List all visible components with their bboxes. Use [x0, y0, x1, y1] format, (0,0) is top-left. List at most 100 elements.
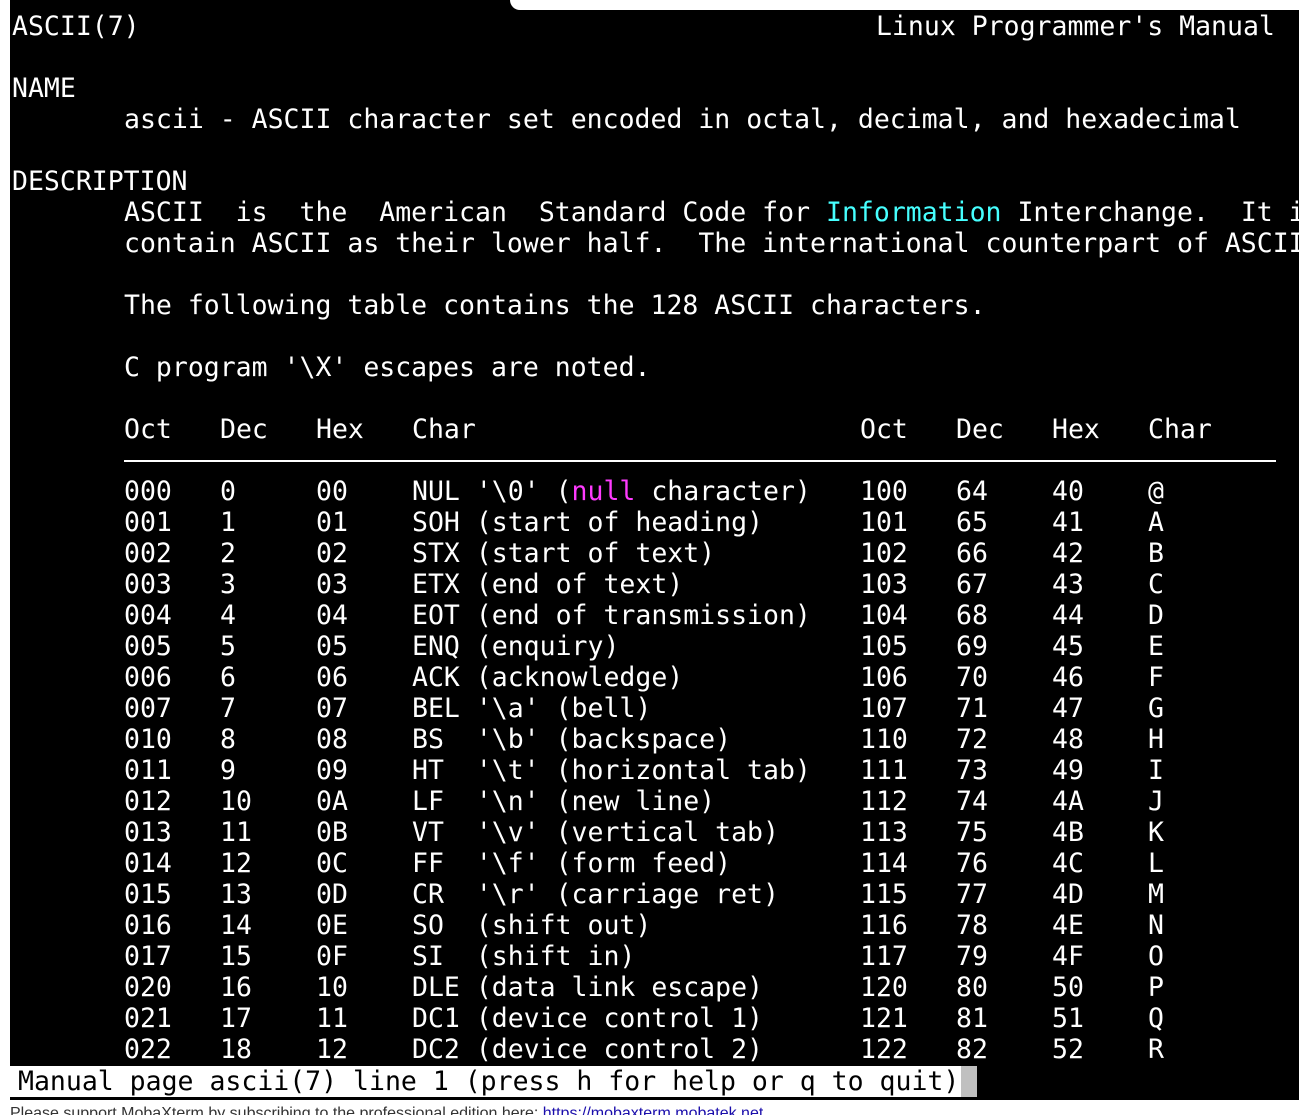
cell-char-2: D [1148, 600, 1164, 631]
cell-hex-2: 4B [1052, 817, 1084, 848]
cell-dec: 14 [220, 910, 252, 941]
cell-char: FF '\f' (form feed) [412, 848, 731, 879]
footer-link[interactable]: https://mobaxterm.mobatek.net [543, 1105, 764, 1115]
cell-oct-2: 106 [860, 662, 908, 693]
cell-dec-2: 81 [956, 1003, 988, 1034]
cell-dec: 7 [220, 693, 236, 724]
cell-dec-2: 74 [956, 786, 988, 817]
cell-char: ACK (acknowledge) [412, 662, 683, 693]
terminal-window[interactable]: ASCII(7) Linux Programmer's Manual NAME … [10, 0, 1299, 1100]
cell-char-text: SO (shift out) [412, 910, 652, 941]
header-char: Char [412, 414, 476, 445]
cell-hex: 11 [316, 1003, 348, 1034]
cell-char-text: NUL '\0' ( [412, 476, 572, 507]
cell-oct-2: 122 [860, 1034, 908, 1065]
cell-char-2: E [1148, 631, 1164, 662]
cell-char-text: CR '\r' (carriage ret) [412, 879, 779, 910]
cell-oct: 014 [124, 848, 172, 879]
cell-char-2: R [1148, 1034, 1164, 1065]
cell-dec: 5 [220, 631, 236, 662]
cell-char: ENQ (enquiry) [412, 631, 619, 662]
cell-char-2: A [1148, 507, 1164, 538]
cell-hex: 0D [316, 879, 348, 910]
man-header: ASCII(7) Linux Programmer's Manual [10, 11, 1275, 42]
cell-char-2: @ [1148, 476, 1164, 507]
cell-hex-2: 44 [1052, 600, 1084, 631]
cell-hex: 12 [316, 1034, 348, 1065]
cell-oct-2: 120 [860, 972, 908, 1003]
footer-text: Please support MobaXterm by subscribing … [10, 1105, 543, 1115]
header-oct: Oct [124, 414, 172, 445]
cell-oct: 004 [124, 600, 172, 631]
cell-dec-2: 65 [956, 507, 988, 538]
cell-oct: 021 [124, 1003, 172, 1034]
cell-hex: 08 [316, 724, 348, 755]
cell-char-2: H [1148, 724, 1164, 755]
cell-dec-2: 79 [956, 941, 988, 972]
cell-oct: 001 [124, 507, 172, 538]
cell-dec: 9 [220, 755, 236, 786]
cell-hex-2: 47 [1052, 693, 1084, 724]
cell-oct: 000 [124, 476, 172, 507]
cell-dec-2: 76 [956, 848, 988, 879]
cell-hex: 0F [316, 941, 348, 972]
description-line-2: contain ASCII as their lower half. The i… [124, 228, 1299, 259]
cell-oct: 013 [124, 817, 172, 848]
header-hex: Hex [316, 414, 364, 445]
cell-dec-2: 64 [956, 476, 988, 507]
cell-char: CR '\r' (carriage ret) [412, 879, 779, 910]
cell-char-text: BS '\b' (backspace) [412, 724, 732, 755]
cell-char-2: C [1148, 569, 1164, 600]
cell-char: HT '\t' (horizontal tab) [412, 755, 811, 786]
cell-dec: 8 [220, 724, 236, 755]
cell-hex-2: 42 [1052, 538, 1084, 569]
cell-char-text: SI (shift in) [412, 941, 636, 972]
cell-dec: 1 [220, 507, 236, 538]
cell-oct: 022 [124, 1034, 172, 1065]
cell-dec: 6 [220, 662, 236, 693]
cell-hex-2: 4F [1052, 941, 1084, 972]
header-oct-2: Oct [860, 414, 908, 445]
cell-char: EOT (end of transmission) [412, 600, 811, 631]
cell-char-2: P [1148, 972, 1164, 1003]
cell-dec: 3 [220, 569, 236, 600]
cell-hex-2: 4A [1052, 786, 1084, 817]
cell-hex: 05 [316, 631, 348, 662]
cell-char-2: L [1148, 848, 1164, 879]
cell-char-text-end: character) [635, 476, 811, 507]
cell-dec-2: 73 [956, 755, 988, 786]
cell-hex: 03 [316, 569, 348, 600]
cell-dec-2: 66 [956, 538, 988, 569]
cell-oct-2: 114 [860, 848, 908, 879]
cell-char-text: FF '\f' (form feed) [412, 848, 732, 879]
cell-char: ETX (end of text) [412, 569, 683, 600]
cell-char: NUL '\0' (null character) [412, 476, 811, 507]
cell-char-2: N [1148, 910, 1164, 941]
cell-char-text: BEL '\a' (bell) [412, 693, 652, 724]
cell-oct: 011 [124, 755, 172, 786]
cell-char: STX (start of text) [412, 538, 715, 569]
man-header-right: Linux Programmer's Manual [876, 11, 1275, 42]
cell-oct: 012 [124, 786, 172, 817]
cell-dec: 18 [220, 1034, 252, 1065]
cell-oct: 015 [124, 879, 172, 910]
cell-oct-2: 121 [860, 1003, 908, 1034]
cell-dec-2: 72 [956, 724, 988, 755]
cell-char-text: EOT (end of transmission) [412, 600, 811, 631]
cell-oct-2: 111 [860, 755, 908, 786]
cell-hex: 04 [316, 600, 348, 631]
cell-char-2: M [1148, 879, 1164, 910]
table-header-rule [124, 460, 1276, 462]
cell-oct-2: 116 [860, 910, 908, 941]
cell-oct-2: 100 [860, 476, 908, 507]
cell-char: BEL '\a' (bell) [412, 693, 651, 724]
description-line-1-end: Interchange. It i [1001, 197, 1299, 228]
cell-hex: 09 [316, 755, 348, 786]
cell-dec-2: 67 [956, 569, 988, 600]
cell-oct-2: 117 [860, 941, 908, 972]
cell-hex-2: 49 [1052, 755, 1084, 786]
cell-oct: 020 [124, 972, 172, 1003]
cell-oct: 010 [124, 724, 172, 755]
cell-dec-2: 71 [956, 693, 988, 724]
description-line-1-start: ASCII is the American Standard Code for [124, 197, 826, 228]
